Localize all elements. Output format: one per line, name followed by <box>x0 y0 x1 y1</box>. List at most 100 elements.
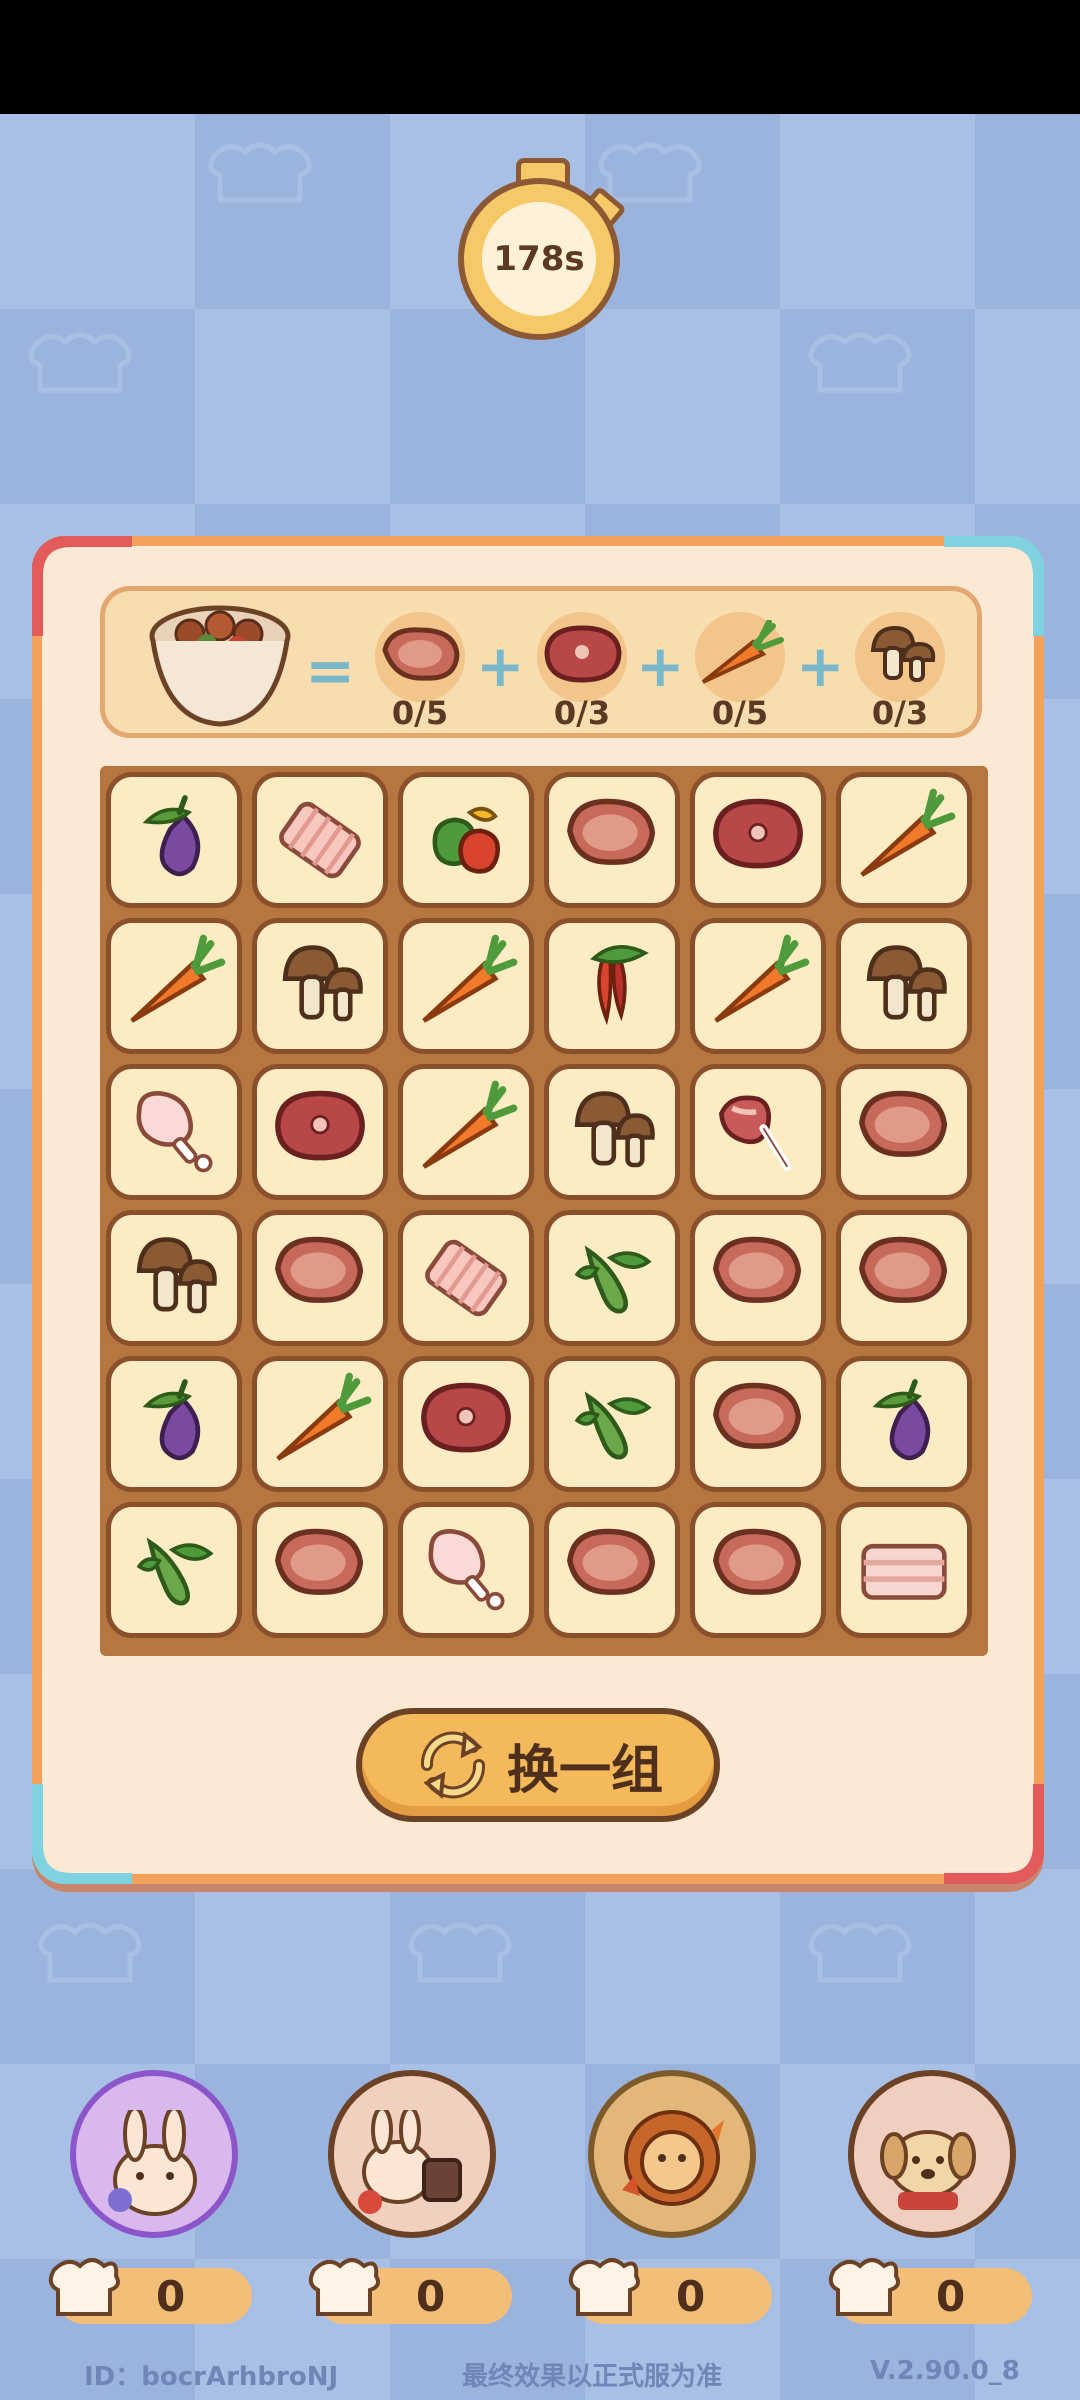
ribs-icon <box>425 1239 507 1317</box>
score-bar-3: 0 <box>568 2258 772 2324</box>
tile-eggplant[interactable] <box>836 1356 972 1492</box>
carrot-icon <box>130 934 226 1023</box>
tile-steak[interactable] <box>836 1210 972 1346</box>
match-board <box>100 766 988 1656</box>
tile-carrot[interactable] <box>690 918 826 1054</box>
mushroom-icon <box>136 1237 217 1314</box>
tile-red-meat[interactable] <box>398 1356 534 1492</box>
tile-cucumber[interactable] <box>106 1502 242 1638</box>
steak-icon <box>713 1236 802 1303</box>
steak-icon <box>382 627 460 681</box>
tile-ribs[interactable] <box>252 772 388 908</box>
chef-hat-bg-icon <box>28 332 132 393</box>
tile-red-meat[interactable] <box>252 1064 388 1200</box>
character-chef-bunny[interactable] <box>318 2070 498 2250</box>
tile-pepper-mix[interactable] <box>398 772 534 908</box>
character-dog[interactable] <box>838 2070 1018 2250</box>
steak-icon <box>275 1528 364 1595</box>
lamb-rack-icon <box>718 1095 792 1171</box>
chef-hat-icon <box>308 2258 380 2316</box>
chef-hat-bg-icon <box>808 332 912 393</box>
character-lion[interactable] <box>578 2070 758 2250</box>
mushroom-icon <box>574 1091 655 1168</box>
cucumber-icon <box>136 1537 214 1606</box>
mushroom-icon <box>282 945 363 1022</box>
tile-drumstick[interactable] <box>106 1064 242 1200</box>
chef-hat-icon <box>48 2258 120 2316</box>
player-id: ID：bocrArhbroNJ <box>84 2362 339 2392</box>
score-bar-2: 0 <box>308 2258 512 2324</box>
recipe-count-mushroom: 0/3 <box>871 694 929 732</box>
status-bar <box>0 0 1080 114</box>
tile-chili[interactable] <box>544 918 680 1054</box>
eggplant-icon <box>142 1379 201 1461</box>
tile-drumstick[interactable] <box>398 1502 534 1638</box>
chef-hat-bg-icon <box>808 1922 912 1983</box>
drumstick-icon <box>428 1529 505 1611</box>
red-meat-icon <box>275 1090 365 1161</box>
tile-mushroom[interactable] <box>544 1064 680 1200</box>
steak-icon <box>713 1528 802 1595</box>
stopwatch-face: 178s <box>458 178 620 340</box>
chef-bunny-avatar-icon <box>358 2110 462 2214</box>
tile-mushroom[interactable] <box>106 1210 242 1346</box>
tile-mushroom[interactable] <box>836 918 972 1054</box>
plus-sign: + <box>476 632 525 700</box>
score-bar-4: 0 <box>828 2258 1032 2324</box>
wizard-bunny-avatar-icon <box>108 2110 197 2216</box>
tile-cucumber[interactable] <box>544 1210 680 1346</box>
panel-corner-teal <box>32 1784 132 1884</box>
tile-mushroom[interactable] <box>252 918 388 1054</box>
tile-carrot[interactable] <box>252 1356 388 1492</box>
tile-red-meat[interactable] <box>690 772 826 908</box>
tile-eggplant[interactable] <box>106 1356 242 1492</box>
tile-carrot[interactable] <box>106 918 242 1054</box>
carrot-icon <box>422 1080 518 1169</box>
pepper-mix-icon <box>432 806 501 874</box>
dog-avatar-icon <box>880 2130 976 2210</box>
tile-steak[interactable] <box>690 1356 826 1492</box>
tile-carrot[interactable] <box>398 918 534 1054</box>
score-value: 0 <box>156 2272 186 2321</box>
mushroom-icon <box>866 945 947 1022</box>
tile-lamb-rack[interactable] <box>690 1064 826 1200</box>
tile-steak[interactable] <box>690 1210 826 1346</box>
carrot-icon <box>860 788 956 877</box>
red-meat-icon <box>421 1382 511 1453</box>
tile-steak[interactable] <box>544 772 680 908</box>
red-meat-icon <box>713 798 803 869</box>
tile-steak[interactable] <box>252 1210 388 1346</box>
lion-avatar-icon <box>622 2110 724 2206</box>
steak-icon <box>567 798 656 865</box>
cucumber-icon <box>574 1391 652 1460</box>
eggplant-icon <box>142 795 201 877</box>
plus-sign: + <box>796 632 845 700</box>
pork-belly-icon <box>861 1543 947 1600</box>
carrot-icon <box>701 620 784 684</box>
tile-ribs[interactable] <box>398 1210 534 1346</box>
carrot-icon <box>276 1372 372 1461</box>
tile-carrot[interactable] <box>836 772 972 908</box>
chef-hat-bg-icon <box>408 1922 512 1983</box>
tile-steak[interactable] <box>544 1502 680 1638</box>
score-value: 0 <box>936 2272 966 2321</box>
tile-steak[interactable] <box>690 1502 826 1638</box>
character-purple-wizard-bunny[interactable] <box>60 2070 240 2250</box>
refresh-set-button[interactable]: 换一组 <box>356 1708 720 1822</box>
score-value: 0 <box>676 2272 706 2321</box>
red-meat-icon <box>544 625 622 683</box>
chili-icon <box>590 945 649 1026</box>
tile-carrot[interactable] <box>398 1064 534 1200</box>
tile-eggplant[interactable] <box>106 772 242 908</box>
steak-icon <box>859 1236 948 1303</box>
tile-steak[interactable] <box>836 1064 972 1200</box>
recipe-count-steak: 0/5 <box>391 694 449 732</box>
score-bar-1: 0 <box>48 2258 252 2324</box>
tile-steak[interactable] <box>252 1502 388 1638</box>
tile-cucumber[interactable] <box>544 1356 680 1492</box>
tile-pork-belly[interactable] <box>836 1502 972 1638</box>
chef-hat-icon <box>828 2258 900 2316</box>
chef-hat-bg-icon <box>38 1922 142 1983</box>
meatball-bowl-icon <box>149 605 291 727</box>
plus-sign: + <box>636 632 685 700</box>
